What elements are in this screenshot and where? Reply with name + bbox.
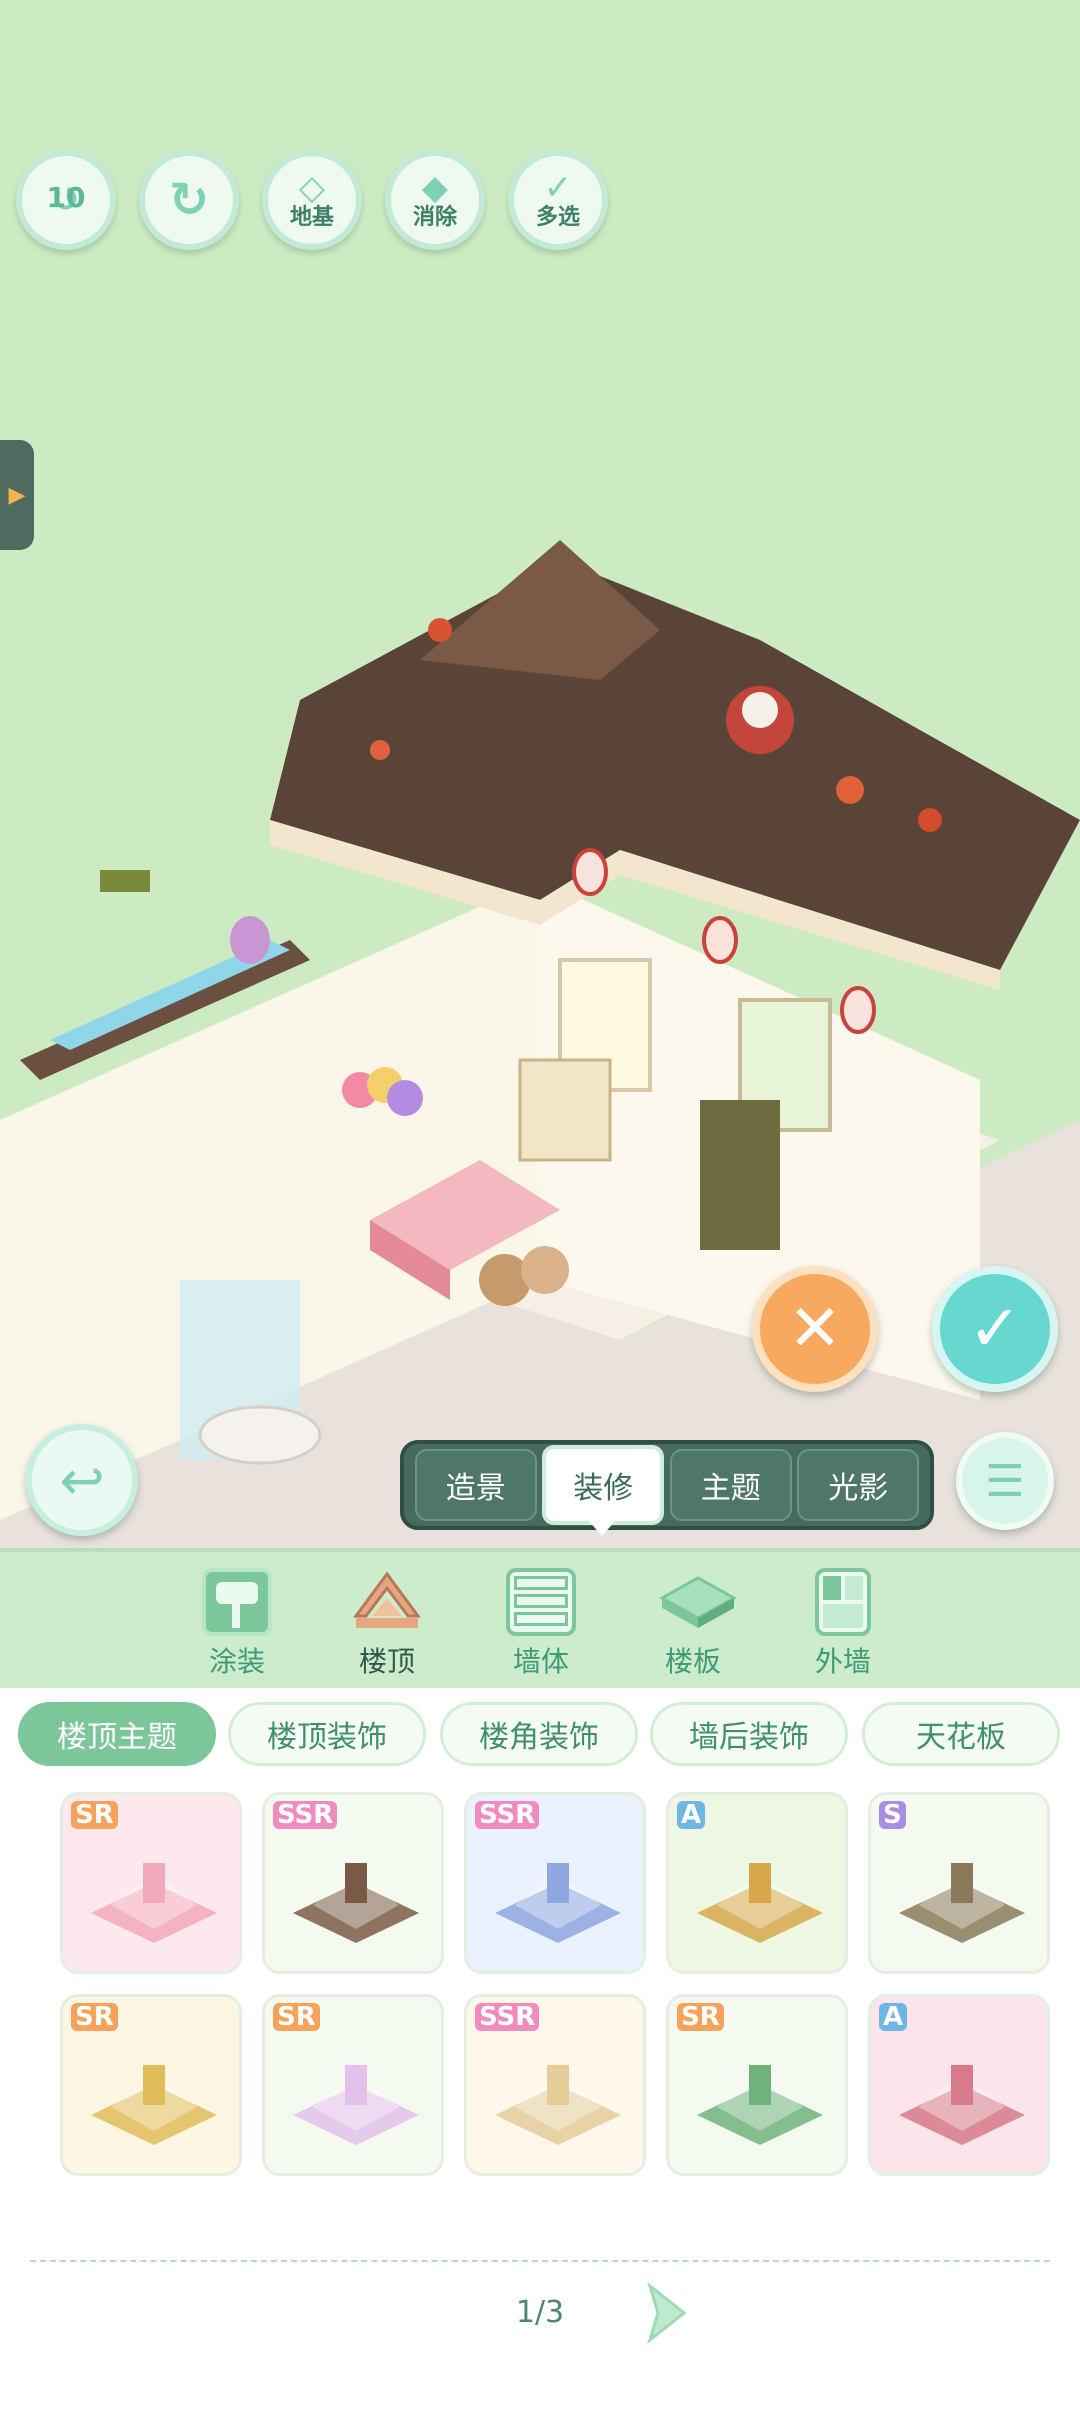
page-indicator: 1/3: [515, 2295, 565, 2330]
redo-icon: ↻: [168, 172, 210, 228]
pastel-moon-roof-icon: [293, 2065, 419, 2145]
divider: [30, 2260, 1050, 2262]
eraser-icon: ◆: [421, 168, 449, 208]
undo-count: 10: [46, 181, 86, 214]
menu-button[interactable]: ☰: [956, 1432, 1054, 1530]
rarity-badge: SSR: [475, 1801, 540, 1829]
foundation-icon: ◇: [298, 168, 326, 208]
mode-tab-bar: 造景 装修 主题 光影: [400, 1440, 934, 1530]
sub-tab-ceiling[interactable]: 天花板: [862, 1702, 1060, 1766]
item-card[interactable]: A: [666, 1792, 848, 1974]
pink-castle-roof-icon: [91, 1863, 217, 1943]
category-wall[interactable]: 墙体: [486, 1568, 596, 1688]
back-arrow-icon: ↩: [59, 1448, 105, 1512]
item-panel: 楼顶主题 楼顶装饰 楼角装饰 墙后装饰 天花板 SR SSR SSR A S SR SR SS…: [0, 1688, 1080, 2412]
cherry-blossom-roof-icon: [899, 2065, 1025, 2145]
tropical-island-roof-icon: [697, 2065, 823, 2145]
item-card[interactable]: A: [868, 1994, 1050, 2176]
check-icon: ✓: [968, 1292, 1022, 1366]
sub-tab-corner-decoration[interactable]: 楼角装饰: [440, 1702, 638, 1766]
menu-icon: ☰: [985, 1455, 1025, 1507]
sub-tab-roof-decoration[interactable]: 楼顶装饰: [228, 1702, 426, 1766]
roof-icon: [352, 1568, 422, 1636]
foundation-label: 地基: [289, 205, 334, 230]
rarity-badge: SR: [677, 2003, 724, 2031]
multi-select-label: 多选: [535, 205, 580, 230]
item-card[interactable]: SSR: [464, 1994, 646, 2176]
mode-tab-theme[interactable]: 主题: [669, 1449, 792, 1521]
sub-tab-roof-theme[interactable]: 楼顶主题: [18, 1702, 216, 1766]
item-card[interactable]: SR: [262, 1994, 444, 2176]
brick-wall-icon: [506, 1568, 576, 1636]
item-card[interactable]: SR: [666, 1994, 848, 2176]
category-bar: 涂装 楼顶 墙体 楼板 外墙: [0, 1548, 1080, 1688]
rarity-badge: SSR: [273, 1801, 338, 1829]
redo-button[interactable]: ↻: [139, 150, 239, 250]
mode-tab-decoration[interactable]: 装修: [542, 1445, 665, 1525]
room-scene[interactable]: ↺ 10 ↻ ◇ 地基 ◆ 消除 ✓ 多选 ▶ ↩ ✕ ✓ ☰ 造景 装修 主题…: [0, 0, 1080, 1548]
item-card[interactable]: S: [868, 1792, 1050, 1974]
rarity-badge: S: [879, 1801, 906, 1829]
gramophone-garden-icon: [697, 1863, 823, 1943]
next-page-arrow-icon[interactable]: [644, 2282, 690, 2344]
floor-tiles-icon: [658, 1568, 738, 1636]
category-floor[interactable]: 楼板: [638, 1568, 748, 1688]
multi-select-button[interactable]: ✓ 多选: [508, 150, 608, 250]
rarity-badge: SR: [71, 2003, 118, 2031]
rarity-badge: A: [677, 1801, 706, 1829]
category-paint[interactable]: 涂装: [182, 1568, 292, 1688]
category-exterior-wall[interactable]: 外墙: [788, 1568, 898, 1688]
close-icon: ✕: [788, 1292, 842, 1366]
category-exterior-wall-label: 外墙: [814, 1645, 871, 1678]
exterior-wall-icon: [815, 1568, 871, 1636]
multi-check-icon: ✓: [543, 168, 573, 208]
category-floor-label: 楼板: [664, 1645, 721, 1678]
golden-tower-roof-icon: [91, 2065, 217, 2145]
expand-arrow-icon: ▶: [8, 482, 26, 508]
erase-button[interactable]: ◆ 消除: [385, 150, 485, 250]
mode-pointer: [588, 1520, 616, 1536]
rarity-badge: SSR: [475, 2003, 540, 2031]
house-illustration[interactable]: [0, 520, 1080, 1548]
category-roof-label: 楼顶: [358, 1645, 415, 1678]
item-card[interactable]: SR: [60, 1994, 242, 2176]
cream-cloud-roof-icon: [495, 2065, 621, 2145]
green-pavilion-roof-icon: [899, 1863, 1025, 1943]
blue-crystal-roof-icon: [495, 1863, 621, 1943]
rarity-badge: A: [879, 2003, 908, 2031]
cancel-button[interactable]: ✕: [752, 1266, 878, 1392]
category-paint-label: 涂装: [208, 1645, 265, 1678]
undo-button[interactable]: ↺ 10: [16, 150, 116, 250]
mode-tab-lighting[interactable]: 光影: [797, 1449, 920, 1521]
foundation-button[interactable]: ◇ 地基: [262, 150, 362, 250]
rarity-badge: SR: [71, 1801, 118, 1829]
back-button[interactable]: ↩: [26, 1424, 138, 1536]
sub-tab-back-wall-decoration[interactable]: 墙后装饰: [650, 1702, 848, 1766]
confirm-button[interactable]: ✓: [932, 1266, 1058, 1392]
category-wall-label: 墙体: [512, 1645, 569, 1678]
item-card[interactable]: SSR: [464, 1792, 646, 1974]
erase-label: 消除: [412, 205, 457, 230]
category-roof[interactable]: 楼顶: [332, 1568, 442, 1688]
mode-tab-scenery[interactable]: 造景: [414, 1449, 537, 1521]
paint-roller-icon: [202, 1568, 272, 1636]
rarity-badge: SR: [273, 2003, 320, 2031]
item-card[interactable]: SSR: [262, 1792, 444, 1974]
item-card[interactable]: SR: [60, 1792, 242, 1974]
wooden-bridge-roof-icon: [293, 1863, 419, 1943]
